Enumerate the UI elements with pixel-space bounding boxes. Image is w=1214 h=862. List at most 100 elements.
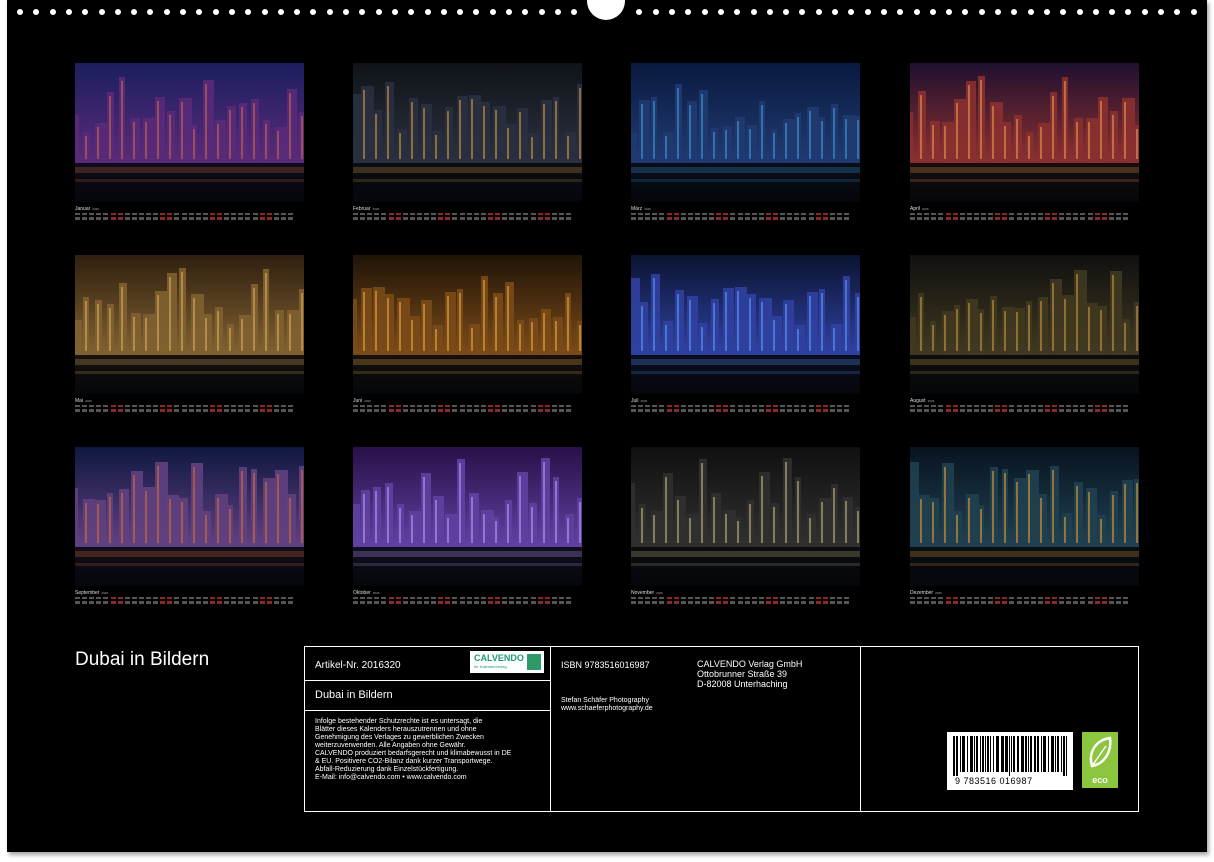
day-mark	[631, 597, 636, 599]
day-mark	[209, 597, 215, 599]
day-mark	[945, 597, 951, 599]
day-mark	[195, 405, 201, 407]
day-mark	[1115, 213, 1121, 215]
month-year: 2026	[927, 399, 935, 403]
day-mark	[473, 217, 479, 220]
legal-line: Blätter dieses Kalenders herauszutrennen…	[315, 726, 477, 733]
day-mark	[245, 213, 251, 215]
day-mark	[730, 217, 736, 220]
day-mark	[209, 601, 215, 604]
day-mark	[473, 405, 479, 407]
day-mark	[466, 409, 472, 412]
day-mark	[652, 597, 658, 599]
day-mark	[773, 601, 778, 604]
day-mark	[551, 597, 557, 599]
day-mark	[217, 213, 222, 215]
day-mark	[530, 405, 536, 407]
day-mark	[381, 405, 387, 407]
day-mark	[245, 405, 251, 407]
divider	[305, 680, 551, 681]
day-mark	[1123, 213, 1128, 215]
day-mark	[224, 409, 230, 412]
day-mark	[952, 597, 958, 599]
day-mark	[1030, 213, 1036, 215]
month-photo	[75, 63, 304, 202]
day-mark	[124, 217, 130, 220]
day-mark	[516, 213, 522, 215]
day-mark	[202, 213, 208, 215]
day-mark	[631, 213, 636, 215]
day-mark	[367, 597, 373, 599]
day-mark	[395, 601, 401, 604]
day-mark	[815, 217, 821, 220]
day-mark	[1123, 217, 1128, 220]
day-mark	[495, 217, 500, 220]
day-mark	[374, 597, 380, 599]
day-mark	[1094, 217, 1100, 220]
day-mark	[110, 597, 116, 599]
day-mark	[167, 601, 173, 604]
day-mark	[1087, 405, 1093, 407]
day-mark	[1052, 217, 1057, 220]
day-mark	[360, 601, 366, 604]
day-mark	[716, 409, 722, 412]
day-mark	[917, 213, 923, 215]
day-mark	[195, 409, 201, 412]
day-mark	[801, 405, 807, 407]
day-mark	[1059, 405, 1065, 407]
day-mark	[110, 405, 116, 407]
binding-hole	[49, 9, 56, 15]
day-mark	[273, 217, 279, 220]
month-label: April	[910, 206, 921, 212]
month-calendar: Mai 2026	[75, 398, 304, 412]
day-mark	[96, 217, 102, 220]
day-mark	[280, 405, 286, 407]
month-year: 2026	[372, 591, 380, 595]
day-mark	[160, 597, 166, 599]
day-mark	[452, 217, 458, 220]
day-mark	[673, 405, 679, 407]
day-mark	[110, 213, 116, 215]
day-mark	[445, 601, 451, 604]
day-mark	[744, 217, 750, 220]
day-mark	[174, 213, 180, 215]
day-mark	[288, 597, 293, 599]
day-mark	[209, 217, 215, 220]
day-mark	[1009, 213, 1015, 215]
day-mark	[1087, 409, 1093, 412]
calendar-title: Dubai in Bildern	[75, 649, 210, 670]
day-mark	[288, 405, 293, 407]
day-mark	[1101, 601, 1107, 604]
day-mark	[659, 213, 665, 215]
day-mark	[945, 213, 951, 215]
day-mark	[780, 601, 786, 604]
month-photo	[631, 63, 860, 202]
day-mark	[794, 409, 800, 412]
day-mark	[280, 217, 286, 220]
day-mark	[551, 213, 557, 215]
day-mark	[530, 601, 536, 604]
day-mark	[716, 405, 722, 407]
day-mark	[75, 597, 80, 599]
eco-badge: eco	[1082, 732, 1118, 788]
day-mark	[1066, 405, 1072, 407]
day-mark	[787, 409, 793, 412]
day-row	[631, 409, 860, 413]
day-mark	[652, 213, 658, 215]
day-mark	[1030, 405, 1036, 407]
day-mark	[266, 597, 272, 599]
day-mark	[544, 409, 550, 412]
binding-hole	[538, 9, 545, 15]
day-mark	[381, 601, 387, 604]
month-name: Dezember 2026	[910, 590, 942, 596]
day-mark	[153, 213, 159, 215]
day-mark	[459, 597, 465, 599]
day-mark	[1023, 405, 1029, 407]
day-mark	[438, 601, 444, 604]
day-mark	[131, 213, 137, 215]
month-name: September 2026	[75, 590, 108, 596]
month-label: Juli	[631, 398, 639, 404]
month-label: Februar	[353, 206, 371, 212]
day-mark	[217, 409, 222, 412]
day-mark	[402, 217, 408, 220]
